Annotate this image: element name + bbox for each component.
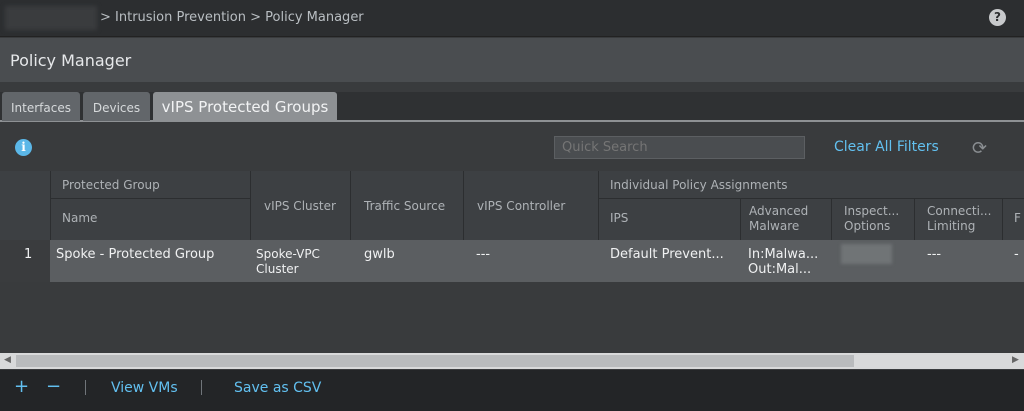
group-header-protected-group: Protected Group: [62, 178, 160, 192]
remove-button[interactable]: −: [46, 376, 61, 397]
breadcrumb: > Intrusion Prevention > Policy Manager: [100, 10, 364, 25]
cell-cluster: Spoke-VPC Cluster: [256, 247, 320, 276]
cell-malware-out: Out:Mal...: [748, 262, 812, 277]
row-number: 1: [24, 247, 33, 262]
group-header-policy-assignments: Individual Policy Assignments: [610, 178, 788, 192]
tab-vips-protected-groups[interactable]: vIPS Protected Groups: [153, 92, 337, 121]
refresh-icon[interactable]: ⟳: [972, 138, 987, 159]
cell-malware-in: In:Malwa...: [748, 247, 819, 262]
column-header-traffic-source[interactable]: Traffic Source: [364, 199, 445, 214]
column-header-f[interactable]: F: [1014, 211, 1021, 226]
cell-connection-limiting: ---: [927, 247, 942, 262]
scrollbar-thumb[interactable]: [16, 355, 854, 367]
save-as-csv-button[interactable]: Save as CSV: [234, 380, 321, 396]
cell-f: -: [1014, 247, 1019, 262]
add-button[interactable]: +: [14, 376, 29, 397]
cell-name: Spoke - Protected Group: [56, 247, 215, 262]
quick-search-input[interactable]: [554, 136, 805, 159]
cell-ips: Default Prevent...: [610, 247, 724, 262]
column-header-name[interactable]: Name: [62, 211, 97, 226]
redacted-breadcrumb-root: [5, 6, 97, 30]
column-header-inspection-options[interactable]: Inspect... Options: [844, 204, 904, 234]
column-header-vips-controller[interactable]: vIPS Controller: [477, 199, 565, 214]
scroll-left-arrow-icon[interactable]: ◀: [4, 355, 11, 365]
help-icon[interactable]: ?: [989, 9, 1006, 26]
page-title: Policy Manager: [0, 38, 1024, 82]
clear-all-filters-link[interactable]: Clear All Filters: [834, 139, 939, 155]
column-header-ips[interactable]: IPS: [610, 211, 628, 226]
tab-interfaces[interactable]: Interfaces: [2, 92, 80, 121]
redacted-inspection-options: [841, 244, 892, 264]
column-header-advanced-malware[interactable]: Advanced Malware: [749, 204, 824, 234]
column-header-vips-cluster[interactable]: vIPS Cluster: [264, 199, 336, 214]
column-header-connection-limiting[interactable]: Connecti... Limiting: [927, 204, 992, 234]
tab-devices[interactable]: Devices: [83, 92, 150, 121]
info-icon[interactable]: i: [15, 139, 32, 156]
cell-traffic-source: gwlb: [364, 247, 395, 262]
cell-controller: ---: [476, 247, 491, 262]
view-vms-button[interactable]: View VMs: [111, 380, 178, 396]
tab-bar: Interfaces Devices vIPS Protected Groups: [0, 92, 1024, 122]
scroll-right-arrow-icon[interactable]: ▶: [1012, 355, 1019, 365]
